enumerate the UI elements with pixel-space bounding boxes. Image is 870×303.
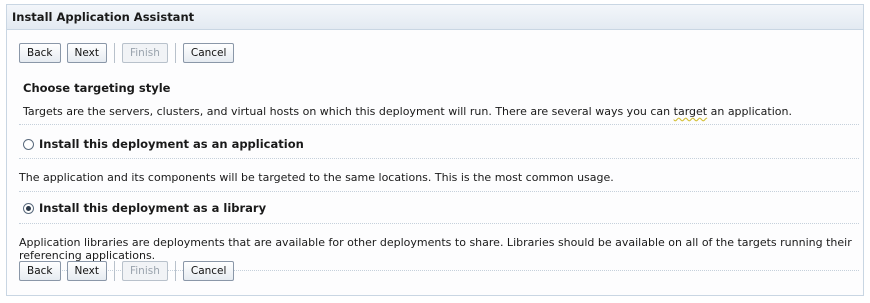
button-separator [174,43,176,63]
button-separator [174,261,176,281]
option-application-label: Install this deployment as an applicatio… [39,137,304,151]
section-heading: Choose targeting style [23,81,171,95]
option-application-description: The application and its components will … [19,171,614,184]
button-separator [113,261,115,281]
section-heading-row: Choose targeting style [19,77,859,100]
finish-button[interactable]: Finish [121,43,168,63]
back-button[interactable]: Back [19,261,61,281]
bottom-button-row: Back Next Finish Cancel [19,261,235,281]
top-button-row: Back Next Finish Cancel [19,43,235,63]
install-assistant-panel: Install Application Assistant Back Next … [6,4,864,296]
back-button[interactable]: Back [19,43,61,63]
intro-row: Targets are the servers, clusters, and v… [19,101,859,125]
cancel-button[interactable]: Cancel [182,261,235,281]
option-application-desc-row: The application and its components will … [19,166,859,192]
next-button[interactable]: Next [66,261,107,281]
option-library-row: Install this deployment as a library [19,195,859,224]
option-library-label: Install this deployment as a library [39,201,267,215]
option-application[interactable]: Install this deployment as an applicatio… [23,137,859,151]
cancel-button[interactable]: Cancel [182,43,235,63]
radio-application[interactable] [23,138,34,150]
option-library-description: Application libraries are deployments th… [19,236,852,262]
radio-library[interactable] [23,202,34,214]
option-library[interactable]: Install this deployment as a library [23,201,859,215]
intro-text: Targets are the servers, clusters, and v… [23,105,792,118]
next-button[interactable]: Next [66,43,107,63]
panel-title: Install Application Assistant [7,5,863,30]
button-separator [113,43,115,63]
finish-button[interactable]: Finish [121,261,168,281]
option-application-row: Install this deployment as an applicatio… [19,131,859,159]
